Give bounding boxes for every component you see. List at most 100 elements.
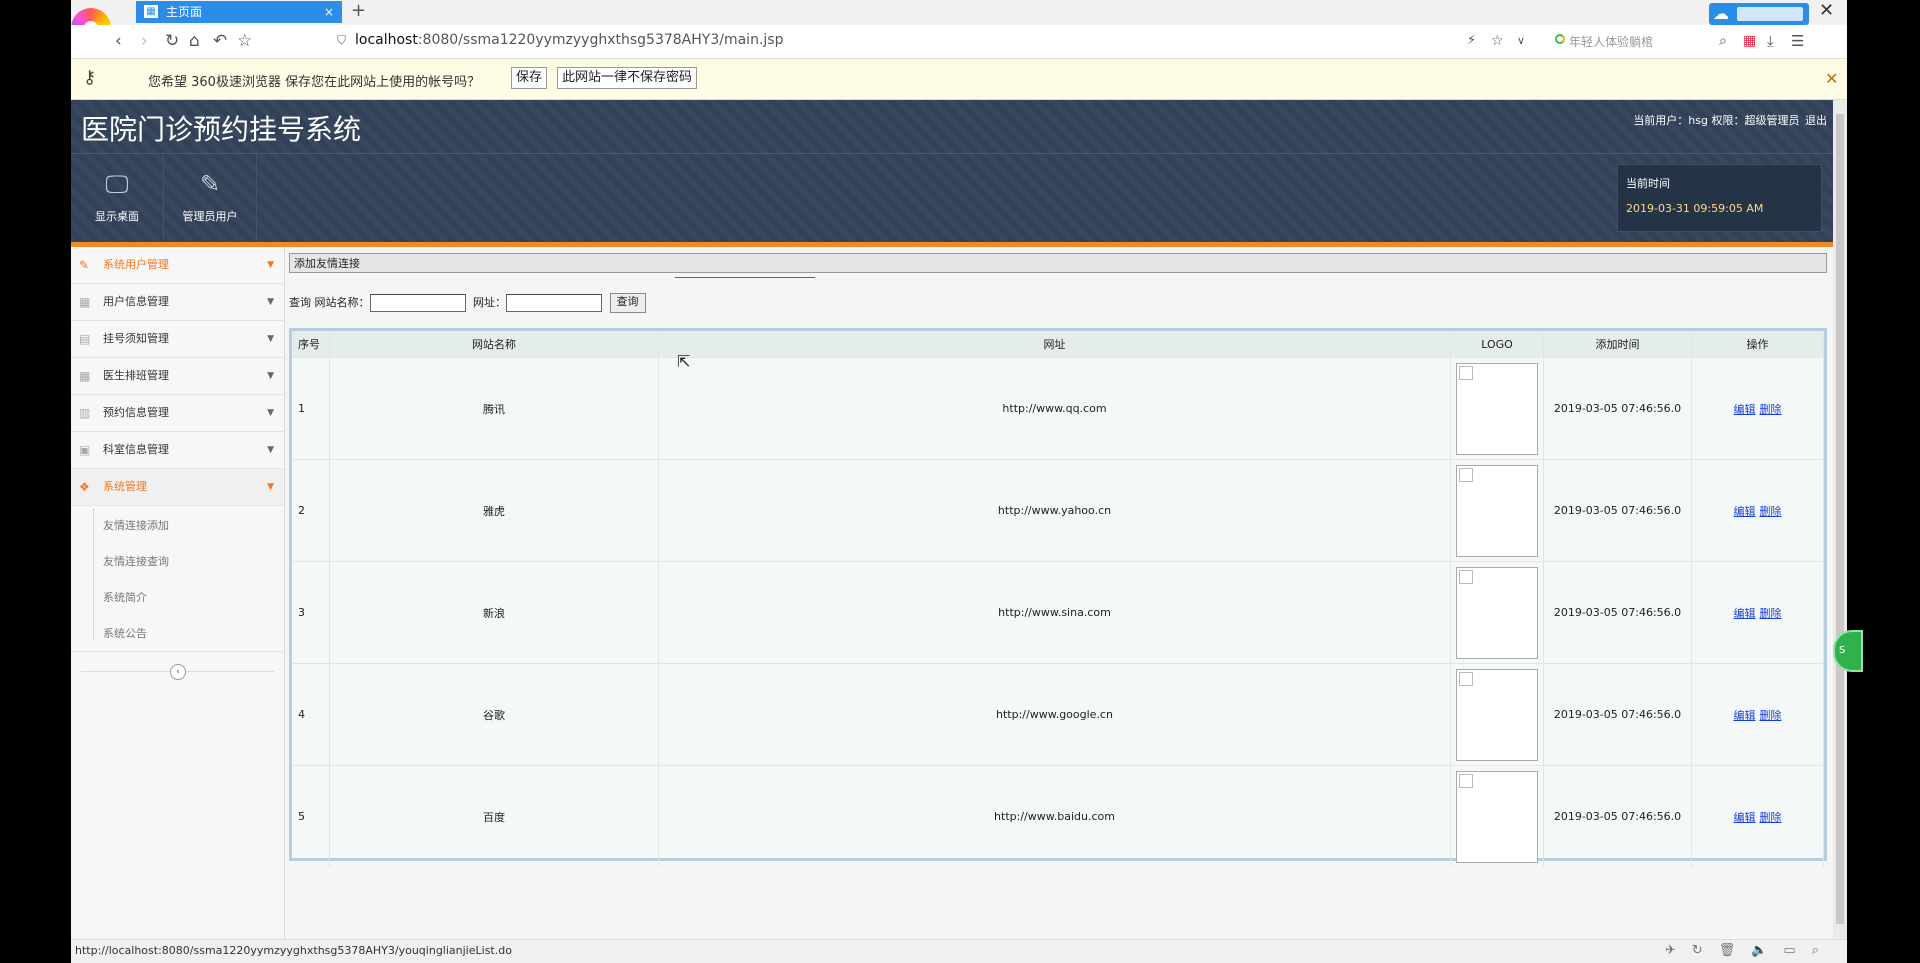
query-button[interactable]: 查询 [609, 293, 646, 313]
sidebar-subitem-intro[interactable]: 系统简介 [103, 589, 147, 605]
scrollbar-thumb[interactable] [1836, 114, 1844, 924]
chevron-down-icon: ▼ [267, 260, 274, 270]
chevron-down-icon: ▼ [267, 297, 274, 307]
tab-close-icon[interactable]: × [324, 1, 334, 23]
url-path: :8080/ssma1220yymzyyghxthsg5378AHY3/main… [417, 32, 784, 48]
row-site-name: 谷歌 [329, 663, 659, 766]
grid-icon: ▦ [79, 295, 91, 309]
url-input[interactable] [506, 294, 602, 312]
sidebar-item-user-info[interactable]: ▦ 用户信息管理 ▼ [71, 284, 284, 321]
home-icon[interactable]: ⌂ [189, 31, 200, 51]
never-save-button[interactable]: 此网站一律不保存密码 [557, 67, 698, 89]
page-title: 添加友情连接 [289, 253, 1827, 273]
site-name-input[interactable] [369, 294, 466, 312]
shield-icon: ⛉ [337, 33, 347, 47]
logo-image [1456, 464, 1538, 557]
time-value: 2019-03-31 09:59:05 AM [1626, 202, 1764, 215]
row-logo [1450, 765, 1544, 867]
user-info: 当前用户：hsg 权限：超级管理员 退出 [1631, 112, 1827, 128]
row-site-name: 雅虎 [329, 459, 659, 562]
calendar-icon: ▣ [79, 443, 91, 457]
submenu-guide [93, 509, 95, 639]
download-icon[interactable]: ⤓ [1767, 31, 1774, 51]
row-actions: 编辑 删除 [1691, 663, 1824, 766]
row-time: 2019-03-05 07:46:56.0 [1543, 561, 1692, 664]
chevron-down-icon: ▼ [267, 482, 274, 492]
password-save-message: 您希望 360极速浏览器 保存您在此网站上使用的帐号吗？ [148, 75, 481, 90]
mouse-cursor-icon: ⇱ [677, 352, 691, 371]
url-host: localhost [355, 32, 418, 48]
row-site-name: 百度 [329, 765, 659, 867]
floating-assistant-icon[interactable]: S [1833, 630, 1863, 672]
forward-icon[interactable]: › [141, 31, 148, 51]
tab-main-page[interactable]: ▦ 主页面 × [136, 1, 342, 23]
chevron-down-icon: ▼ [267, 371, 274, 381]
sidebar-subitem-notice[interactable]: 系统公告 [103, 625, 147, 641]
new-tab-button[interactable]: + [351, 0, 366, 22]
lightning-icon[interactable]: ⚡ [1467, 31, 1476, 51]
favorite-star-icon[interactable]: ☆ [1491, 31, 1504, 51]
row-actions: 编辑 删除 [1691, 765, 1824, 867]
table-row: 2 雅虎 http://www.yahoo.cn 2019-03-05 07:4… [292, 459, 1824, 562]
sidebar-item-system[interactable]: ❖ 系统管理 ▼ [71, 469, 284, 506]
logo-image [1456, 668, 1538, 761]
window-close-button[interactable]: ✕ [1819, 0, 1834, 22]
chevron-down-icon: ▼ [267, 408, 274, 418]
sidebar-item-doctor-schedule[interactable]: ▦ 医生排班管理 ▼ [71, 358, 284, 395]
row-time: 2019-03-05 07:46:56.0 [1543, 663, 1692, 766]
edit-link[interactable]: 编辑 [1734, 607, 1756, 620]
logout-link[interactable]: 退出 [1805, 114, 1827, 127]
cloud-sync-button[interactable]: ☁ [1709, 3, 1809, 25]
edit-link[interactable]: 编辑 [1734, 403, 1756, 416]
undo-icon[interactable]: ↶ [213, 31, 227, 51]
delete-link[interactable]: 删除 [1760, 811, 1782, 824]
back-icon[interactable]: ‹ [115, 31, 122, 51]
time-box: 当前时间 2019-03-31 09:59:05 AM [1617, 164, 1822, 232]
sidebar-subitem-link-query[interactable]: 友情连接查询 [103, 553, 169, 569]
menu-icon[interactable]: ☰ [1791, 31, 1804, 51]
chevron-down-icon[interactable]: ∨ [1517, 31, 1525, 51]
edit-link[interactable]: 编辑 [1734, 811, 1756, 824]
delete-link[interactable]: 删除 [1760, 709, 1782, 722]
links-table-wrapper: 序号 网站名称 网址 LOGO 添加时间 操作 1 腾讯 http://www.… [289, 328, 1827, 867]
column-header-url: 网址 [658, 331, 1451, 358]
list-icon: ▤ [79, 332, 91, 346]
sidebar-item-appointments[interactable]: ▥ 预约信息管理 ▼ [71, 395, 284, 432]
save-password-button[interactable]: 保存 [511, 67, 548, 89]
pencil-icon: ✎ [199, 170, 221, 198]
delete-link[interactable]: 删除 [1760, 403, 1782, 416]
app-header: 医院门诊预约挂号系统 当前用户：hsg 权限：超级管理员 退出 🖵 显示桌面 ✎… [71, 100, 1833, 244]
search-input[interactable]: 年轻人体验躺棺 [1569, 33, 1653, 50]
status-url: http://localhost:8080/ssma1220yymzyyghxt… [75, 944, 512, 957]
search-prefix: 查询 [289, 296, 311, 309]
sidebar-item-notice[interactable]: ▤ 挂号须知管理 ▼ [71, 321, 284, 358]
row-time: 2019-03-05 07:46:56.0 [1543, 765, 1692, 867]
sidebar-item-system-users[interactable]: ✎ 系统用户管理 ▼ [71, 247, 284, 284]
status-icons[interactable]: ✈↻🗑🔈▭⌕ [1665, 943, 1835, 958]
delete-link[interactable]: 删除 [1760, 505, 1782, 518]
star-icon[interactable]: ☆ [237, 31, 252, 51]
sidebar-item-label: 系统管理 [103, 480, 147, 493]
edit-link[interactable]: 编辑 [1734, 505, 1756, 518]
broken-image-icon [1459, 569, 1473, 584]
address-toolbar: ‹ › ↻ ⌂ ↶ ☆ ⛉ localhost:8080/ssma1220yym… [71, 25, 1847, 59]
search-form: 查询 网站名称： 网址： 查询 [289, 293, 646, 313]
apps-icon[interactable]: ▦ [1743, 31, 1756, 51]
vertical-scrollbar[interactable] [1833, 100, 1847, 939]
delete-link[interactable]: 删除 [1760, 607, 1782, 620]
edit-link[interactable]: 编辑 [1734, 709, 1756, 722]
collapse-sidebar-icon[interactable]: ‹ [170, 664, 186, 680]
row-url: http://www.qq.com [658, 357, 1451, 460]
sidebar-subitem-link-add[interactable]: 友情连接添加 [103, 517, 169, 533]
show-desktop-button[interactable]: 🖵 显示桌面 [71, 154, 164, 242]
row-site-name: 新浪 [329, 561, 659, 664]
menu-label: 显示桌面 [95, 210, 139, 223]
admin-user-button[interactable]: ✎ 管理员用户 [164, 154, 257, 242]
tab-strip: ▦ 主页面 × + ☁ ✕ [71, 0, 1847, 48]
url-field[interactable]: localhost:8080/ssma1220yymzyyghxthsg5378… [355, 32, 783, 48]
close-icon[interactable]: ✕ [1825, 69, 1838, 88]
row-url: http://www.baidu.com [658, 765, 1451, 867]
reload-icon[interactable]: ↻ [165, 31, 179, 51]
search-icon[interactable]: ⌕ [1719, 31, 1727, 51]
sidebar-item-departments[interactable]: ▣ 科室信息管理 ▼ [71, 432, 284, 469]
